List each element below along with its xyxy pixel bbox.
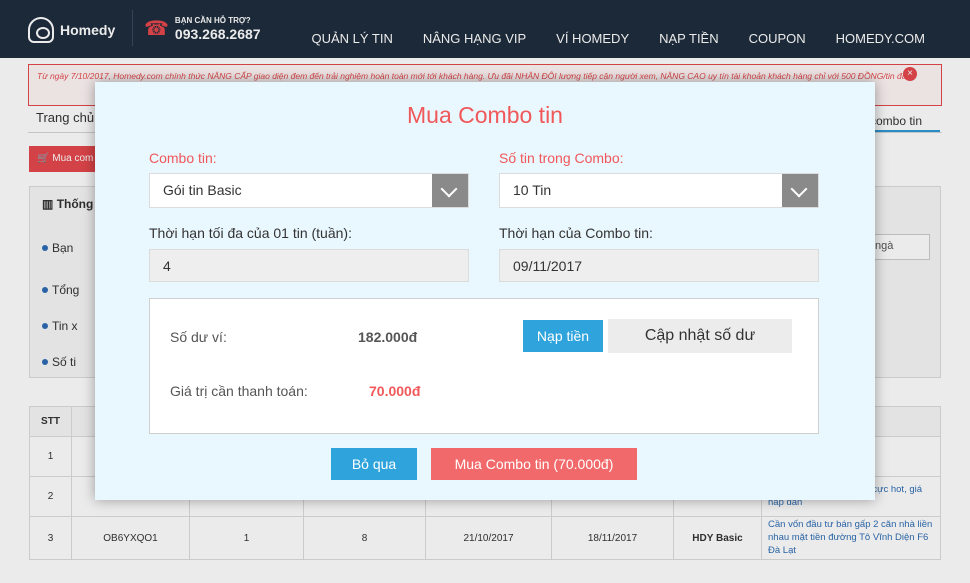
refresh-balance-button[interactable]: Cập nhật số dư [608,319,792,353]
wallet-label: Số dư ví: [170,329,227,345]
combo-select-value: Gói tin Basic [163,182,242,198]
count-select[interactable]: 10 Tin [499,173,819,208]
buy-combo-modal: Mua Combo tin Combo tin: Gói tin Basic S… [95,82,875,500]
combo-select[interactable]: Gói tin Basic [149,173,469,208]
payment-summary: Số dư ví: 182.000đ Nạp tiền Cập nhật số … [149,298,819,434]
combo-expiry-value: 09/11/2017 [513,258,583,274]
max-duration-label: Thời hạn tối đa của 01 tin (tuần): [149,225,352,241]
modal-title: Mua Combo tin [407,102,563,128]
payment-amount: 70.000đ [369,383,421,399]
topup-button[interactable]: Nạp tiền [523,320,603,352]
max-duration-field: 4 [149,249,469,282]
payment-label: Giá trị cần thanh toán: [170,383,308,399]
chevron-down-icon[interactable] [432,174,468,207]
combo-expiry-field: 09/11/2017 [499,249,819,282]
combo-expiry-label: Thời hạn của Combo tin: [499,225,653,241]
chevron-down-icon[interactable] [782,174,818,207]
combo-label: Combo tin: [149,150,217,166]
count-select-value: 10 Tin [513,182,552,198]
max-duration-value: 4 [163,258,171,274]
skip-button[interactable]: Bỏ qua [331,448,417,480]
confirm-buy-button[interactable]: Mua Combo tin (70.000đ) [431,448,637,480]
wallet-balance: 182.000đ [358,329,418,345]
count-label: Số tin trong Combo: [499,150,624,166]
